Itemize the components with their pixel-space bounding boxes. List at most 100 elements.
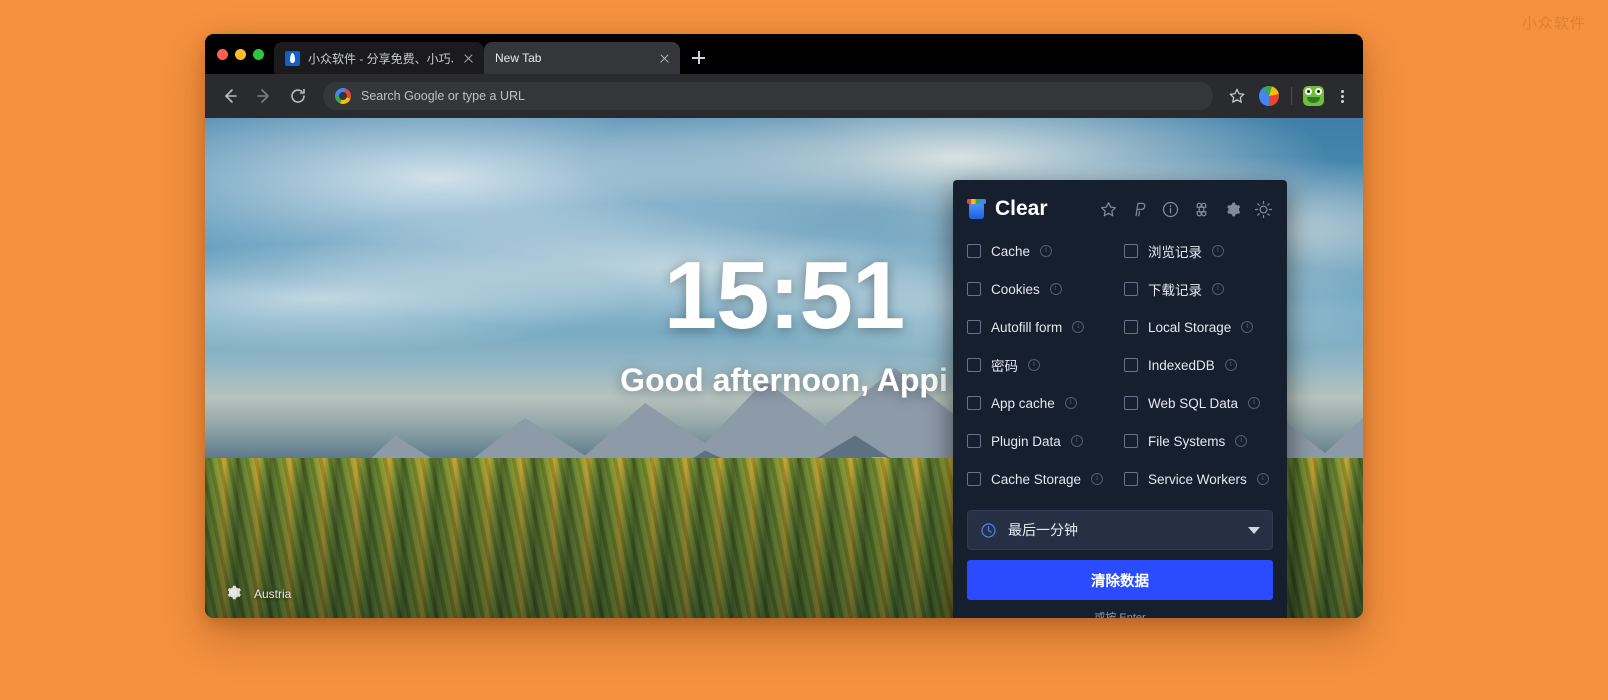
checkbox[interactable]	[967, 244, 981, 258]
option-row[interactable]: 浏览记录	[1124, 232, 1273, 270]
option-label: IndexedDB	[1148, 357, 1215, 373]
checkbox[interactable]	[1124, 244, 1138, 258]
location-label: Austria	[254, 587, 292, 601]
popup-title: Clear	[995, 197, 1048, 220]
option-row[interactable]: Plugin Data	[967, 422, 1116, 460]
clear-extension-popup: Clear Cache i 浏览记录 i Cookies i 下载记录 i Au…	[953, 180, 1287, 618]
info-icon[interactable]	[1091, 471, 1104, 485]
option-row[interactable]: 下载记录	[1124, 270, 1273, 308]
option-label: App cache	[991, 395, 1055, 411]
clear-data-button[interactable]: 清除数据	[967, 560, 1273, 600]
checkbox[interactable]	[1124, 320, 1138, 334]
checkbox[interactable]	[967, 358, 981, 372]
info-icon[interactable]	[1072, 319, 1085, 333]
time-range-value: 最后一分钟	[1008, 522, 1078, 538]
trash-bin-icon	[967, 199, 986, 219]
gear-icon[interactable]	[1223, 200, 1242, 219]
info-icon[interactable]	[1212, 243, 1224, 257]
option-label: Cache Storage	[991, 471, 1082, 487]
close-tab-icon[interactable]	[657, 51, 672, 66]
info-icon[interactable]	[1040, 243, 1053, 257]
clock-icon	[980, 522, 997, 539]
browser-menu-button[interactable]	[1331, 82, 1353, 110]
back-button[interactable]	[215, 81, 245, 111]
new-tab-button[interactable]	[684, 42, 712, 74]
command-icon[interactable]	[1192, 200, 1211, 219]
reload-button[interactable]	[283, 81, 313, 111]
address-bar[interactable]: Search Google or type a URL	[323, 82, 1213, 110]
popup-header-actions	[1099, 200, 1273, 219]
option-row[interactable]: Local Storage	[1124, 308, 1273, 346]
option-row[interactable]: File Systems	[1124, 422, 1273, 460]
option-row[interactable]: Autofill form	[967, 308, 1116, 346]
close-tab-icon[interactable]	[461, 51, 476, 66]
checkbox[interactable]	[967, 320, 981, 334]
address-bar-placeholder: Search Google or type a URL	[361, 89, 525, 103]
option-row[interactable]: App cache	[967, 384, 1116, 422]
close-window-button[interactable]	[217, 48, 228, 60]
bookmark-star-icon[interactable]	[1223, 82, 1251, 110]
time-range-select[interactable]: 最后一分钟	[967, 510, 1273, 550]
info-icon[interactable]	[1241, 319, 1254, 333]
chevron-down-icon[interactable]	[1248, 526, 1260, 534]
info-icon[interactable]	[1256, 471, 1269, 485]
option-label: Service Workers	[1148, 471, 1247, 487]
checkbox[interactable]	[1124, 434, 1138, 448]
info-icon[interactable]	[1028, 357, 1040, 371]
option-label: 下载记录	[1148, 283, 1202, 298]
option-row[interactable]: Cache	[967, 232, 1116, 270]
option-label: 浏览记录	[1148, 245, 1202, 260]
frog-extension-icon[interactable]	[1303, 86, 1324, 106]
sun-icon[interactable]	[1254, 200, 1273, 219]
info-icon[interactable]	[1235, 433, 1248, 447]
clear-options-grid: Cache 浏览记录 Cookies 下载记录	[967, 232, 1273, 498]
info-icon[interactable]	[1049, 281, 1062, 295]
checkbox[interactable]	[1124, 472, 1138, 486]
page-footer: Austria	[225, 584, 291, 604]
checkbox[interactable]	[1124, 282, 1138, 296]
checkbox[interactable]	[1124, 358, 1138, 372]
option-label: Web SQL Data	[1148, 395, 1239, 411]
option-label: Cache	[991, 243, 1031, 259]
checkbox[interactable]	[967, 282, 981, 296]
star-icon[interactable]	[1099, 200, 1118, 219]
checkbox[interactable]	[967, 472, 981, 486]
info-icon[interactable]	[1248, 395, 1261, 409]
info-icon[interactable]	[1070, 433, 1083, 447]
popup-header: Clear	[967, 192, 1273, 226]
option-row[interactable]: Service Workers	[1124, 460, 1273, 498]
browser-window: 小众软件 - 分享免费、小巧、实 New Tab	[205, 34, 1363, 618]
enter-hint: 或按 Enter	[1094, 612, 1146, 618]
tab-strip: 小众软件 - 分享免费、小巧、实 New Tab	[205, 34, 1363, 74]
info-icon[interactable]	[1224, 357, 1237, 371]
paypal-icon[interactable]	[1130, 200, 1149, 219]
option-label: Plugin Data	[991, 433, 1061, 449]
forward-button[interactable]	[249, 81, 279, 111]
option-label: Local Storage	[1148, 319, 1232, 335]
option-row[interactable]: 密码	[967, 346, 1116, 384]
toolbar-divider	[1291, 87, 1292, 105]
tab-title: New Tab	[495, 51, 542, 65]
info-icon[interactable]	[1161, 200, 1180, 219]
checkbox[interactable]	[1124, 396, 1138, 410]
option-row[interactable]: IndexedDB	[1124, 346, 1273, 384]
option-row[interactable]: Cache Storage	[967, 460, 1116, 498]
info-icon[interactable]	[1064, 395, 1077, 409]
tab-title: 小众软件 - 分享免费、小巧、实	[308, 51, 453, 66]
minimize-window-button[interactable]	[235, 48, 246, 60]
site-watermark: 小众软件	[1521, 15, 1586, 32]
profile-avatar[interactable]	[1259, 86, 1279, 106]
option-label: File Systems	[1148, 433, 1226, 449]
maximize-window-button[interactable]	[253, 48, 264, 60]
window-controls	[213, 34, 274, 74]
browser-tab-1[interactable]: 小众软件 - 分享免费、小巧、实	[274, 42, 484, 74]
info-icon[interactable]	[1212, 281, 1224, 295]
gear-icon[interactable]	[225, 584, 242, 604]
option-row[interactable]: Cookies	[967, 270, 1116, 308]
checkbox[interactable]	[967, 396, 981, 410]
checkbox[interactable]	[967, 434, 981, 448]
option-row[interactable]: Web SQL Data	[1124, 384, 1273, 422]
browser-tab-2[interactable]: New Tab	[484, 42, 680, 74]
option-label: Cookies	[991, 281, 1040, 297]
new-tab-page: 15:51 Good afternoon, Appi Austria Clear	[205, 118, 1363, 618]
